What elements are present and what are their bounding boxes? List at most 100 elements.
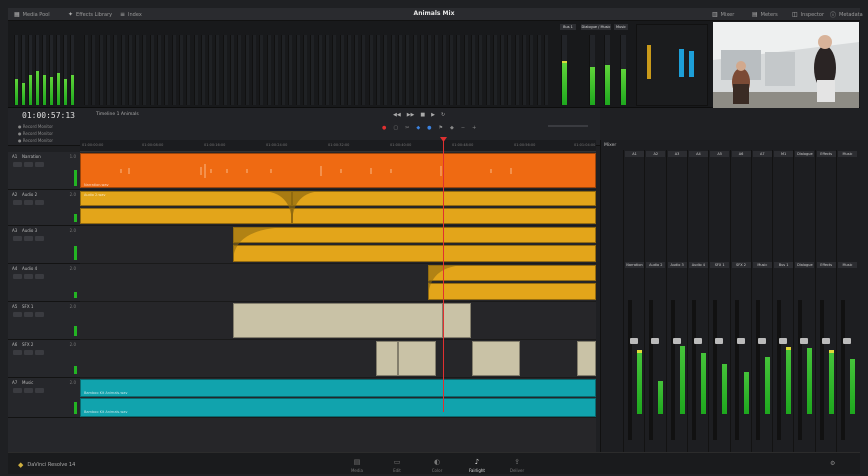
mixer-channel-strip[interactable]: M1 Bus 1 bbox=[772, 150, 794, 452]
fader-knob[interactable] bbox=[651, 338, 660, 344]
volume-fader[interactable] bbox=[798, 300, 809, 440]
volume-fader[interactable] bbox=[755, 300, 766, 440]
track-buttons[interactable] bbox=[13, 200, 44, 205]
mixer-channel-strip[interactable]: A5 SFX 1 bbox=[708, 150, 730, 452]
track-buttons[interactable] bbox=[13, 236, 44, 241]
bridge-level-meter bbox=[449, 35, 453, 105]
track-header[interactable]: A5 SFX 1 2.0 bbox=[8, 302, 80, 340]
track-header[interactable]: A7 Music 2.0 bbox=[8, 378, 80, 418]
fader-knob[interactable] bbox=[736, 338, 745, 344]
page-tab-media[interactable]: ▤ Media bbox=[342, 456, 372, 473]
stop-icon[interactable]: ■ bbox=[420, 112, 425, 118]
fader-knob[interactable] bbox=[821, 338, 830, 344]
mixer-channel-strip[interactable]: A4 Audio 4 bbox=[686, 150, 708, 452]
mixer-channel-strip[interactable]: A2 Audio 2 bbox=[644, 150, 666, 452]
track-header[interactable]: A3 Audio 3 2.0 bbox=[8, 226, 80, 264]
audio-clip[interactable] bbox=[292, 208, 596, 224]
track-buttons[interactable] bbox=[13, 312, 44, 317]
track-header[interactable]: A1 Narration 1.0 bbox=[8, 152, 80, 190]
volume-fader[interactable] bbox=[819, 300, 830, 440]
audio-clip[interactable] bbox=[472, 341, 520, 376]
track-buttons[interactable] bbox=[13, 350, 44, 355]
track-buttons[interactable] bbox=[13, 388, 44, 393]
flag-icon[interactable]: ⚑ bbox=[439, 125, 443, 131]
playhead[interactable] bbox=[443, 140, 444, 412]
mixer-channel-strip[interactable]: Dialogue Dialogue bbox=[793, 150, 815, 452]
bridge-level-meter bbox=[42, 35, 46, 105]
audio-clip[interactable] bbox=[292, 191, 596, 206]
bridge-level-meter bbox=[186, 35, 191, 105]
mixer-channel-strip[interactable]: Music Music bbox=[836, 150, 857, 452]
audio-clip[interactable] bbox=[577, 341, 596, 376]
volume-fader[interactable] bbox=[628, 300, 638, 440]
page-tab-color[interactable]: ◐ Color bbox=[422, 456, 452, 473]
razor-icon[interactable]: ✂ bbox=[405, 125, 409, 131]
timeline-tracks[interactable]: Narration.wav Audio 2.wav Bamboo Kit Ani… bbox=[80, 152, 596, 452]
mixer-channel-strip[interactable]: A3 Audio 3 bbox=[665, 150, 687, 452]
record-arm-icon[interactable]: ● bbox=[382, 125, 386, 131]
fader-knob[interactable] bbox=[630, 338, 638, 344]
bridge-level-meter bbox=[171, 35, 176, 105]
page-tab-deliver[interactable]: ⇪ Deliver bbox=[502, 456, 532, 473]
volume-fader[interactable] bbox=[670, 300, 681, 440]
audio-clip[interactable] bbox=[398, 341, 436, 376]
metadata-icon: ⓘ bbox=[830, 12, 837, 19]
mixer-button[interactable]: ▥ Mixer bbox=[712, 8, 734, 21]
bridge-level-meter bbox=[208, 35, 213, 105]
snap-icon[interactable]: ◆ bbox=[416, 125, 420, 131]
marker-icon[interactable]: ◆ bbox=[450, 125, 454, 131]
timeline-name[interactable]: Timeline 1 Animals bbox=[96, 112, 139, 117]
fader-knob[interactable] bbox=[715, 338, 724, 344]
inspector-button[interactable]: ◫ Inspector bbox=[792, 8, 824, 21]
track-buttons[interactable] bbox=[13, 162, 44, 167]
play-icon[interactable]: ▶ bbox=[431, 112, 435, 118]
bridge-level-meter bbox=[14, 35, 18, 105]
fader-knob[interactable] bbox=[672, 338, 681, 344]
volume-fader[interactable] bbox=[691, 300, 702, 440]
audio-clip[interactable] bbox=[233, 303, 443, 338]
link-icon[interactable]: ● bbox=[427, 125, 431, 131]
zoom-slider[interactable] bbox=[548, 125, 588, 127]
fader-knob[interactable] bbox=[843, 338, 851, 344]
volume-fader[interactable] bbox=[734, 300, 745, 440]
bridge-level-meter bbox=[135, 35, 140, 105]
metadata-button[interactable]: ⓘ Metadata bbox=[830, 8, 863, 21]
fader-knob[interactable] bbox=[757, 338, 766, 344]
volume-fader[interactable] bbox=[841, 300, 851, 440]
volume-fader[interactable] bbox=[649, 300, 660, 440]
audio-clip[interactable]: Bamboo Kit Animals.wav bbox=[80, 379, 596, 397]
page-tab-edit[interactable]: ▭ Edit bbox=[382, 456, 412, 473]
timeline-ruler[interactable]: 01:00:00:00 01:00:08:00 01:00:16:00 01:0… bbox=[80, 140, 596, 152]
fader-knob[interactable] bbox=[693, 338, 702, 344]
zoom-out-icon[interactable]: − bbox=[461, 125, 465, 131]
track-buttons[interactable] bbox=[13, 274, 44, 279]
page-tab-fairlight[interactable]: ♪ Fairlight bbox=[462, 456, 492, 473]
fast-forward-icon[interactable]: ▶▶ bbox=[407, 112, 415, 118]
mixer-channel-strip[interactable]: A1 Narration bbox=[623, 150, 644, 452]
zoom-in-icon[interactable]: + bbox=[472, 125, 476, 131]
fader-knob[interactable] bbox=[779, 338, 788, 344]
bridge-level-meter bbox=[390, 35, 395, 105]
channel-name: SFX 1 bbox=[710, 262, 730, 268]
track-header[interactable]: A2 Audio 2 2.0 bbox=[8, 190, 80, 226]
brand: ◆ DaVinci Resolve 14 bbox=[18, 461, 76, 469]
meters-button[interactable]: ▤ Meters bbox=[752, 8, 778, 21]
audio-clip[interactable]: Bamboo Kit Animals.wav bbox=[80, 398, 596, 417]
volume-fader[interactable] bbox=[713, 300, 724, 440]
track-header[interactable]: A6 SFX 2 2.0 bbox=[8, 340, 80, 378]
video-viewer[interactable] bbox=[713, 22, 859, 108]
track-header[interactable]: A4 Audio 4 2.0 bbox=[8, 264, 80, 302]
loop-icon[interactable]: ↻ bbox=[441, 112, 445, 118]
audio-clip[interactable] bbox=[376, 341, 398, 376]
audio-clip[interactable] bbox=[443, 303, 471, 338]
bus-level-meter bbox=[561, 35, 567, 105]
mixer-channel-strip[interactable]: A7 Music bbox=[750, 150, 772, 452]
mixer-channel-strip[interactable]: Effects Effects bbox=[814, 150, 836, 452]
audio-clip[interactable]: Narration.wav bbox=[80, 153, 596, 188]
selection-icon[interactable]: ▢ bbox=[393, 125, 398, 131]
mixer-channel-strip[interactable]: A6 SFX 2 bbox=[729, 150, 751, 452]
fader-knob[interactable] bbox=[800, 338, 809, 344]
rewind-icon[interactable]: ◀◀ bbox=[393, 112, 401, 118]
settings-icon[interactable]: ⚙ bbox=[830, 460, 835, 467]
volume-fader[interactable] bbox=[777, 300, 788, 440]
